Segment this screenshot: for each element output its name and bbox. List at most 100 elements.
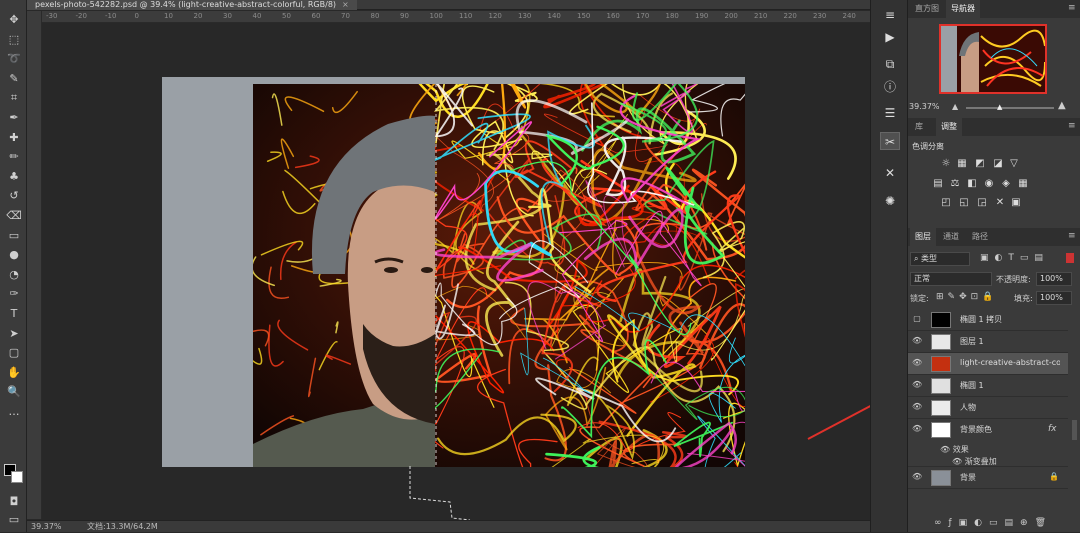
layers-footer-icons[interactable]: ∞ƒ▣◐▭▤⊕🗑 [934, 518, 1053, 528]
zoom-level[interactable]: 39.37% [31, 521, 62, 533]
tool-presets-icon[interactable]: ✂ [880, 132, 900, 150]
effect-item-row[interactable]: 👁 渐变叠加 [952, 456, 997, 467]
eraser-tool-icon[interactable]: ⌫ [4, 208, 24, 224]
filter-toggle[interactable] [1066, 253, 1074, 263]
zoom-out-icon[interactable]: ▲ [952, 102, 958, 111]
tab-libraries[interactable]: 库 [910, 118, 928, 136]
vibrance-icon[interactable]: ▽ [1008, 158, 1020, 169]
eye-icon[interactable]: 👁 [912, 336, 922, 345]
fx-badge[interactable]: fx [1048, 424, 1057, 434]
panel-menu-icon[interactable]: ≡ [1068, 121, 1076, 131]
layer-filter-icons[interactable]: ▣◐T▭▤ [980, 253, 1049, 263]
eye-icon[interactable]: 👁 [952, 457, 965, 466]
document-tab[interactable]: pexels-photo-542282.psd @ 39.4% (light-c… [27, 0, 357, 10]
history-brush-icon[interactable]: ↺ [4, 188, 24, 204]
lock-icons[interactable]: ⊞✎✥⊡🔒 [936, 292, 997, 302]
ruler-tick-label: 200 [724, 12, 738, 20]
layer-row[interactable]: 👁 背景颜色 fx 👁 效果 👁 渐变叠加 [908, 419, 1068, 467]
tab-channels[interactable]: 通道 [938, 228, 964, 246]
levels-icon[interactable]: ▦ [956, 158, 968, 169]
tab-layers[interactable]: 图层 [910, 228, 936, 246]
layer-filter-select[interactable]: ⌕ 类型 [910, 252, 970, 266]
curves-icon[interactable]: ◩ [974, 158, 986, 169]
properties-icon[interactable]: ☰ [880, 104, 900, 122]
brush-tool-icon[interactable]: ✏ [4, 149, 24, 165]
layer-comps-icon[interactable]: ⧉ [880, 55, 900, 73]
eye-icon[interactable]: 👁 [912, 472, 922, 481]
play-action-icon[interactable]: ▶ [880, 28, 900, 46]
layer-row[interactable]: 👁 背景 🔒 [908, 467, 1068, 489]
dodge-tool-icon[interactable]: ◔ [4, 267, 24, 283]
path-select-icon[interactable]: ➤ [4, 326, 24, 342]
color-lookup-icon[interactable]: ▦ [1017, 178, 1029, 189]
zoom-in-icon[interactable]: ▲ [1058, 100, 1066, 111]
pen-tool-icon[interactable]: ✑ [4, 286, 24, 302]
blend-mode-select[interactable]: 正常 [910, 272, 992, 286]
invert-icon[interactable]: ◰ [940, 197, 952, 208]
collapse-panels-icon[interactable]: ≡ [880, 6, 900, 24]
clone-source-icon[interactable]: ✺ [880, 192, 900, 210]
document-info[interactable]: 文档:13.3M/64.2M [87, 521, 158, 533]
layers-scrollbar[interactable] [1072, 420, 1077, 440]
navigator-preview[interactable] [939, 24, 1047, 94]
gradient-map-icon[interactable]: ▣ [1010, 197, 1022, 208]
ruler-vertical[interactable] [27, 11, 42, 519]
channel-mixer-icon[interactable]: ◈ [1000, 178, 1012, 189]
threshold-icon[interactable]: ◲ [976, 197, 988, 208]
color-balance-icon[interactable]: ⚖ [949, 178, 961, 189]
visibility-toggle-off[interactable]: ▢ [912, 314, 922, 323]
eye-icon[interactable]: 👁 [912, 424, 922, 433]
ruler-horizontal[interactable]: -30 -20 -10 0 10 20 30 40 50 60 70 80 90 100 110 120 130… [42, 11, 870, 23]
shape-tool-icon[interactable]: ▢ [4, 345, 24, 361]
black-white-icon[interactable]: ◧ [966, 178, 978, 189]
panel-menu-icon[interactable]: ≡ [1068, 3, 1076, 13]
tab-histogram[interactable]: 直方图 [910, 0, 944, 18]
tab-adjustments[interactable]: 调整 [936, 118, 962, 136]
hue-saturation-icon[interactable]: ▤ [932, 178, 944, 189]
layer-row-selected[interactable]: 👁 light-creative-abstract-col... [908, 353, 1068, 375]
navigator-zoom-value[interactable]: 39.37% [909, 102, 940, 111]
info-icon[interactable]: ⓘ [880, 78, 900, 96]
type-tool-icon[interactable]: T [4, 306, 24, 322]
quick-mask-icon[interactable]: ◘ [4, 494, 24, 510]
zoom-slider[interactable] [966, 107, 1054, 109]
zoom-tool-icon[interactable]: 🔍 [4, 384, 24, 400]
healing-brush-icon[interactable]: ✚ [4, 130, 24, 146]
layer-row[interactable]: 👁 人物 [908, 397, 1068, 419]
color-swatches[interactable] [4, 464, 24, 484]
layer-row[interactable]: ▢ 椭圆 1 拷贝 [908, 309, 1068, 331]
tab-paths[interactable]: 路径 [967, 228, 993, 246]
eye-icon[interactable]: 👁 [912, 380, 922, 389]
effects-row[interactable]: 👁 效果 [940, 444, 969, 455]
posterize-icon[interactable]: ◱ [958, 197, 970, 208]
screen-mode-icon[interactable]: ▭ [4, 512, 24, 528]
eye-icon[interactable]: 👁 [912, 358, 922, 367]
zoom-slider-handle[interactable]: ▲ [997, 103, 1002, 111]
eye-icon[interactable]: 👁 [912, 402, 922, 411]
marquee-tool-icon[interactable]: ⬚ [4, 32, 24, 48]
layer-row[interactable]: 👁 图层 1 [908, 331, 1068, 353]
blur-tool-icon[interactable]: ● [4, 247, 24, 263]
panel-menu-icon[interactable]: ≡ [1068, 231, 1076, 241]
eye-icon[interactable]: 👁 [940, 445, 953, 454]
clone-stamp-icon[interactable]: ♣ [4, 169, 24, 185]
photo-filter-icon[interactable]: ◉ [983, 178, 995, 189]
layer-row[interactable]: 👁 椭圆 1 [908, 375, 1068, 397]
gradient-tool-icon[interactable]: ▭ [4, 228, 24, 244]
brightness-icon[interactable]: ☼ [940, 158, 952, 169]
quick-select-tool-icon[interactable]: ✎ [4, 71, 24, 87]
crop-tool-icon[interactable]: ⌗ [4, 90, 24, 106]
hand-tool-icon[interactable]: ✋ [4, 365, 24, 381]
more-tools-icon[interactable]: … [4, 404, 24, 420]
close-tab-icon[interactable]: × [342, 0, 349, 9]
exposure-icon[interactable]: ◪ [992, 158, 1004, 169]
brush-settings-icon[interactable]: ✕ [880, 164, 900, 182]
tab-navigator[interactable]: 导航器 [946, 0, 980, 18]
selective-color-icon[interactable]: ✕ [994, 197, 1006, 208]
move-tool-icon[interactable]: ✥ [4, 12, 24, 28]
opacity-field[interactable]: 100% [1036, 272, 1072, 286]
eyedropper-tool-icon[interactable]: ✒ [4, 110, 24, 126]
canvas-image[interactable] [253, 84, 745, 467]
lasso-tool-icon[interactable]: ➰ [4, 51, 24, 67]
fill-field[interactable]: 100% [1036, 291, 1072, 305]
